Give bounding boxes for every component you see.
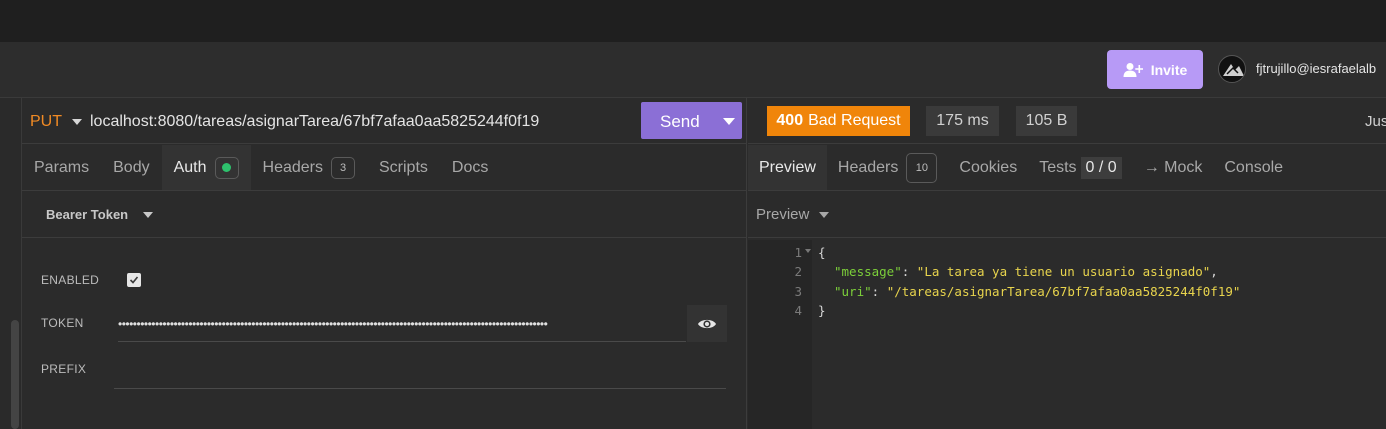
preview-mode-select[interactable]: Preview — [748, 191, 1386, 238]
chevron-down-icon — [143, 212, 153, 218]
tab-params[interactable]: Params — [22, 145, 101, 190]
invite-label: Invite — [1150, 61, 1188, 78]
chevron-down-icon[interactable] — [72, 119, 82, 125]
line-gutter — [748, 240, 812, 429]
code-line: "message": "La tarea ya tiene un usuario… — [834, 264, 1218, 279]
url-bar: PUT localhost:8080/tareas/asignarTarea/6… — [22, 98, 747, 144]
tab-headers[interactable]: Headers 3 — [251, 145, 367, 190]
status-text: Bad Request — [808, 112, 901, 129]
preview-mode-label: Preview — [756, 206, 810, 223]
response-time: 175 ms — [926, 106, 999, 136]
tab-response-headers[interactable]: Headers 10 — [827, 145, 948, 190]
tab-preview[interactable]: Preview — [748, 145, 827, 190]
invite-button[interactable]: Invite — [1107, 50, 1203, 89]
response-body[interactable]: 1 2 3 4 { "message": "La tarea ya tiene … — [748, 240, 1386, 429]
auth-type-select[interactable]: Bearer Token — [22, 191, 747, 238]
top-toolbar: Invite fjtrujillo@iesrafaelalb — [0, 42, 1386, 98]
token-label: TOKEN — [41, 316, 84, 330]
chevron-down-icon — [819, 212, 829, 218]
tab-auth[interactable]: Auth — [161, 145, 251, 190]
response-pane: 400 Bad Request 175 ms 105 B Jus Preview… — [748, 98, 1386, 429]
response-headers-count-badge: 10 — [906, 152, 938, 183]
token-input[interactable]: ••••••••••••••••••••••••••••••••••••••••… — [118, 316, 686, 342]
line-number: 2 — [794, 264, 802, 279]
response-size: 105 B — [1016, 106, 1077, 136]
user-email[interactable]: fjtrujillo@iesrafaelalb — [1256, 61, 1376, 76]
enabled-label: ENABLED — [41, 273, 100, 287]
response-tabs: Preview Headers 10 Cookies Tests 0 / 0 →… — [748, 145, 1386, 191]
prefix-label: PREFIX — [41, 362, 87, 376]
tab-docs[interactable]: Docs — [440, 145, 500, 190]
request-pane: PUT localhost:8080/tareas/asignarTarea/6… — [22, 98, 747, 429]
tab-tests[interactable]: Tests 0 / 0 — [1028, 145, 1132, 190]
line-number: 3 — [794, 284, 802, 299]
status-badge: 400 Bad Request — [767, 106, 910, 136]
send-button[interactable]: Send — [641, 102, 742, 139]
code-line: } — [818, 303, 826, 318]
window-titlebar — [0, 0, 1386, 42]
chevron-down-icon[interactable] — [723, 118, 735, 125]
method-select[interactable]: PUT — [30, 113, 62, 131]
status-code: 400 — [776, 112, 804, 129]
fold-icon[interactable] — [805, 249, 811, 253]
auth-type-label: Bearer Token — [46, 207, 129, 222]
eye-icon — [698, 319, 716, 328]
enabled-checkbox[interactable] — [127, 273, 141, 287]
response-status-bar: 400 Bad Request 175 ms 105 B Jus — [748, 98, 1386, 144]
code-line: "uri": "/tareas/asignarTarea/67bf7afaa0a… — [834, 284, 1241, 299]
code-line: { — [818, 245, 826, 260]
line-number: 1 — [794, 245, 802, 260]
tab-console[interactable]: Console — [1213, 145, 1294, 190]
check-icon — [129, 276, 139, 284]
user-plus-icon — [1123, 62, 1143, 77]
avatar[interactable] — [1218, 55, 1246, 83]
sidebar-scrollbar[interactable] — [11, 320, 19, 429]
tab-scripts[interactable]: Scripts — [367, 145, 440, 190]
request-tabs: Params Body Auth Headers 3 Scripts Docs — [22, 145, 747, 191]
send-label: Send — [660, 112, 700, 131]
tab-body[interactable]: Body — [101, 145, 161, 190]
tab-cookies[interactable]: Cookies — [948, 145, 1028, 190]
toggle-visibility-button[interactable] — [687, 305, 727, 342]
response-timestamp: Jus — [1365, 113, 1386, 130]
tab-mock[interactable]: → Mock — [1133, 145, 1214, 190]
sidebar-edge — [0, 98, 22, 429]
prefix-input[interactable] — [114, 362, 726, 389]
tests-count-badge: 0 / 0 — [1080, 156, 1122, 179]
headers-count-badge: 3 — [331, 156, 355, 179]
auth-enabled-indicator — [214, 156, 239, 179]
line-number: 4 — [794, 303, 802, 318]
url-input[interactable]: localhost:8080/tareas/asignarTarea/67bf7… — [90, 113, 539, 131]
